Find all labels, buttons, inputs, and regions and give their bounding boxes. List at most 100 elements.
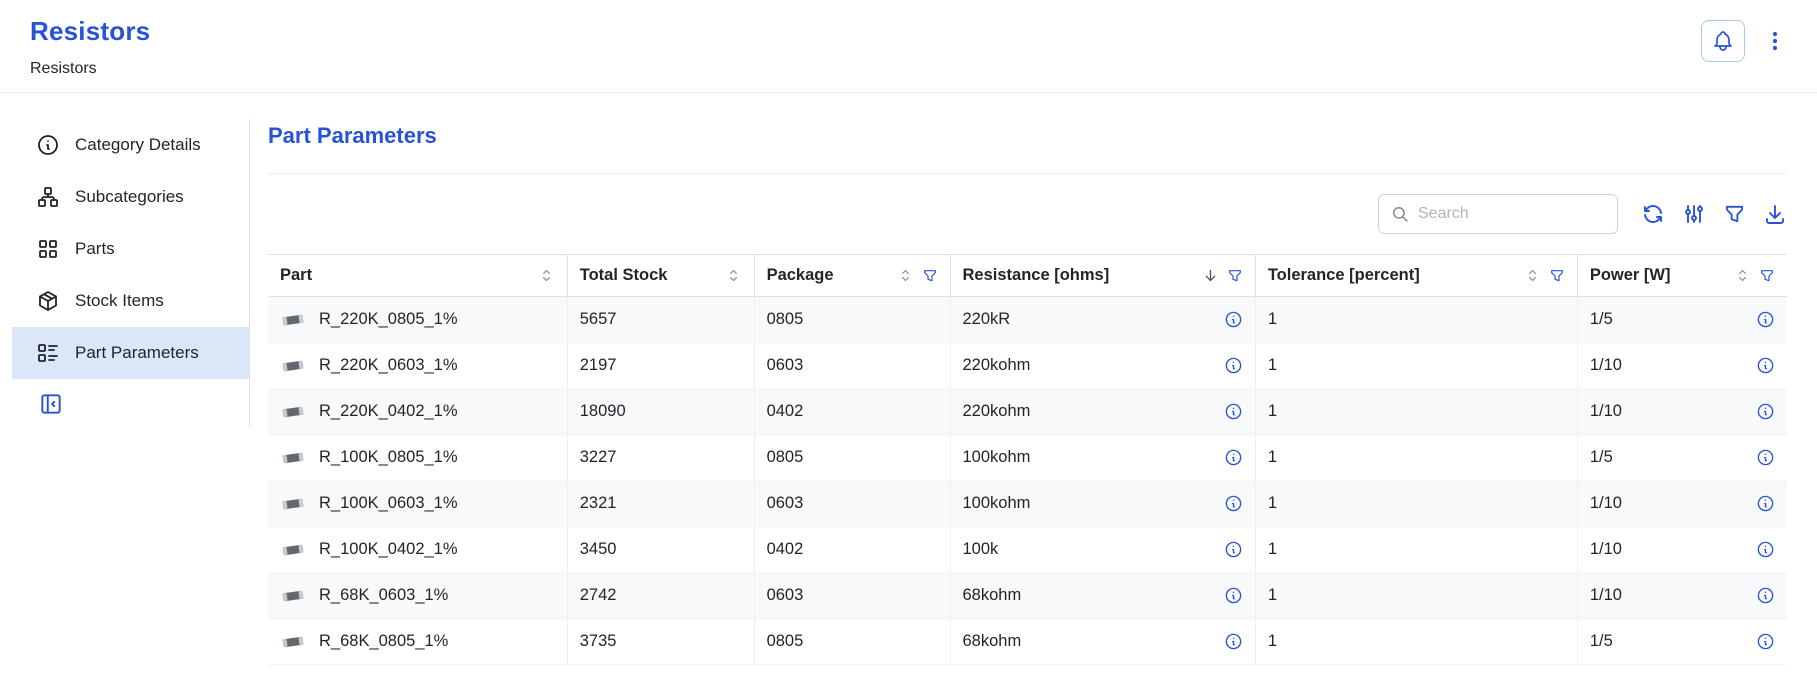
power-value: 1/5 <box>1590 310 1613 329</box>
cell-part: R_100K_0603_1% <box>268 481 567 527</box>
sidebar-item-stock-items[interactable]: Stock Items <box>12 275 249 327</box>
resistance-value: 100k <box>963 540 999 559</box>
cell-tolerance: 1 <box>1255 527 1577 573</box>
sort-selector-icon[interactable] <box>725 267 742 284</box>
cell-resistance: 220kohm <box>950 389 1255 435</box>
info-circle-icon[interactable] <box>1756 494 1775 513</box>
info-circle-icon[interactable] <box>1756 586 1775 605</box>
info-circle-icon[interactable] <box>1756 402 1775 421</box>
parameters-table: Part Total Stock <box>268 254 1787 665</box>
cell-package: 0805 <box>754 297 950 343</box>
column-header-resistance[interactable]: Resistance [ohms] <box>950 255 1255 297</box>
part-thumbnail <box>280 588 306 604</box>
column-settings-button[interactable] <box>1682 202 1706 226</box>
column-filter-icon[interactable] <box>1549 268 1565 284</box>
stock-box-icon <box>36 289 60 313</box>
cell-total-stock: 3450 <box>567 527 754 573</box>
table-row[interactable]: R_220K_0603_1% 2197 0603 220kohm 1 1/10 <box>268 343 1787 389</box>
info-circle-icon[interactable] <box>1224 356 1243 375</box>
cell-total-stock: 18090 <box>567 389 754 435</box>
main-panel: Part Parameters <box>250 119 1787 665</box>
table-row[interactable]: R_100K_0805_1% 3227 0805 100kohm 1 1/5 <box>268 435 1787 481</box>
part-name: R_100K_0805_1% <box>319 448 458 467</box>
bell-icon <box>1711 29 1735 53</box>
table-row[interactable]: R_220K_0402_1% 18090 0402 220kohm 1 1/10 <box>268 389 1787 435</box>
table-row[interactable]: R_68K_0805_1% 3735 0805 68kohm 1 1/5 <box>268 619 1787 665</box>
column-header-total-stock[interactable]: Total Stock <box>567 255 754 297</box>
cell-power: 1/10 <box>1577 573 1787 619</box>
info-circle-icon[interactable] <box>1756 310 1775 329</box>
power-value: 1/10 <box>1590 586 1622 605</box>
sidebar-item-parts[interactable]: Parts <box>12 223 249 275</box>
column-filter-icon[interactable] <box>1759 268 1775 284</box>
resistance-value: 68kohm <box>963 632 1022 651</box>
search-input[interactable] <box>1418 205 1605 223</box>
download-button[interactable] <box>1763 202 1787 226</box>
part-thumbnail <box>280 542 306 558</box>
info-circle-icon[interactable] <box>1224 586 1243 605</box>
list-details-icon <box>36 341 60 365</box>
table-row[interactable]: R_100K_0603_1% 2321 0603 100kohm 1 1/10 <box>268 481 1787 527</box>
info-circle-icon[interactable] <box>1224 448 1243 467</box>
section-divider <box>268 173 1787 174</box>
search-box[interactable] <box>1378 194 1618 234</box>
cell-package: 0805 <box>754 619 950 665</box>
part-name: R_68K_0805_1% <box>319 632 448 651</box>
sidebar-item-label: Part Parameters <box>75 343 199 363</box>
sidebar-item-part-parameters[interactable]: Part Parameters <box>12 327 249 379</box>
cell-resistance: 100k <box>950 527 1255 573</box>
refresh-button[interactable] <box>1641 202 1665 226</box>
column-filter-icon[interactable] <box>1227 268 1243 284</box>
info-circle-icon[interactable] <box>1756 632 1775 651</box>
sidebar-item-category-details[interactable]: Category Details <box>12 119 249 171</box>
info-circle-icon[interactable] <box>1224 310 1243 329</box>
cell-package: 0805 <box>754 435 950 481</box>
info-circle-icon[interactable] <box>1224 540 1243 559</box>
cell-total-stock: 2742 <box>567 573 754 619</box>
cell-tolerance: 1 <box>1255 297 1577 343</box>
cell-tolerance: 1 <box>1255 573 1577 619</box>
sort-selector-icon[interactable] <box>897 267 914 284</box>
collapse-sidebar-button[interactable] <box>38 391 64 417</box>
dots-menu-icon <box>1763 29 1787 53</box>
table-filters-button[interactable] <box>1723 203 1746 226</box>
column-header-tolerance[interactable]: Tolerance [percent] <box>1255 255 1577 297</box>
info-circle-icon[interactable] <box>1756 448 1775 467</box>
cell-power: 1/10 <box>1577 389 1787 435</box>
table-row[interactable]: R_68K_0603_1% 2742 0603 68kohm 1 1/10 <box>268 573 1787 619</box>
cell-resistance: 100kohm <box>950 435 1255 481</box>
resistance-value: 220kohm <box>963 356 1031 375</box>
sort-selector-icon[interactable] <box>1734 267 1751 284</box>
info-circle-icon[interactable] <box>1756 540 1775 559</box>
table-row[interactable]: R_220K_0805_1% 5657 0805 220kR 1 1/5 <box>268 297 1787 343</box>
sidebar-item-subcategories[interactable]: Subcategories <box>12 171 249 223</box>
info-circle-icon[interactable] <box>1224 632 1243 651</box>
info-circle-icon[interactable] <box>1756 356 1775 375</box>
info-circle-icon[interactable] <box>1224 402 1243 421</box>
cell-total-stock: 2197 <box>567 343 754 389</box>
info-icon <box>36 133 60 157</box>
power-value: 1/10 <box>1590 402 1622 421</box>
cell-part: R_220K_0805_1% <box>268 297 567 343</box>
column-filter-icon[interactable] <box>922 268 938 284</box>
header-left: Resistors Resistors <box>30 16 150 78</box>
cell-total-stock: 3735 <box>567 619 754 665</box>
sort-selector-icon[interactable] <box>1524 267 1541 284</box>
sort-desc-icon[interactable] <box>1202 267 1219 284</box>
cell-tolerance: 1 <box>1255 435 1577 481</box>
breadcrumb[interactable]: Resistors <box>30 60 150 78</box>
notifications-button[interactable] <box>1701 20 1745 62</box>
column-header-part[interactable]: Part <box>268 255 567 297</box>
page-header: Resistors Resistors <box>0 0 1817 93</box>
cell-power: 1/10 <box>1577 527 1787 573</box>
table-row[interactable]: R_100K_0402_1% 3450 0402 100k 1 1/10 <box>268 527 1787 573</box>
sort-selector-icon[interactable] <box>538 267 555 284</box>
info-circle-icon[interactable] <box>1224 494 1243 513</box>
cell-resistance: 220kR <box>950 297 1255 343</box>
part-name: R_220K_0402_1% <box>319 402 458 421</box>
column-header-power[interactable]: Power [W] <box>1577 255 1787 297</box>
overflow-menu-button[interactable] <box>1763 29 1787 53</box>
resistance-value: 100kohm <box>963 448 1031 467</box>
power-value: 1/5 <box>1590 632 1613 651</box>
column-header-package[interactable]: Package <box>754 255 950 297</box>
